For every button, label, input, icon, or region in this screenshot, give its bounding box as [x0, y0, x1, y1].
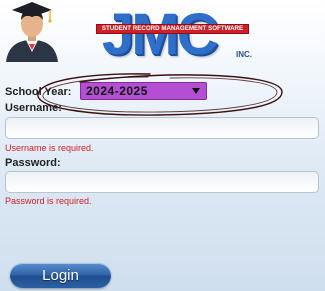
password-label: Password:: [5, 157, 61, 169]
username-input[interactable]: [5, 117, 319, 139]
login-button[interactable]: Login: [10, 263, 111, 288]
jmc-logo-suffix: INC.: [236, 50, 252, 59]
school-year-label: School Year:: [5, 86, 72, 98]
jmc-logo-banner: STUDENT RECORD MANAGEMENT SOFTWARE: [96, 24, 249, 34]
jmc-logo-letters: JMC: [102, 2, 218, 67]
school-year-value: 2024-2025: [86, 84, 148, 98]
dropdown-arrow-icon: [192, 88, 200, 94]
username-error: Username is required.: [5, 143, 94, 153]
username-label: Username:: [5, 102, 62, 114]
graduate-avatar-icon: [6, 2, 58, 62]
jmc-logo: JMC STUDENT RECORD MANAGEMENT SOFTWARE I…: [96, 4, 256, 66]
school-year-select[interactable]: 2024-2025: [80, 82, 207, 100]
password-input[interactable]: [5, 171, 319, 193]
password-error: Password is required.: [5, 196, 92, 206]
